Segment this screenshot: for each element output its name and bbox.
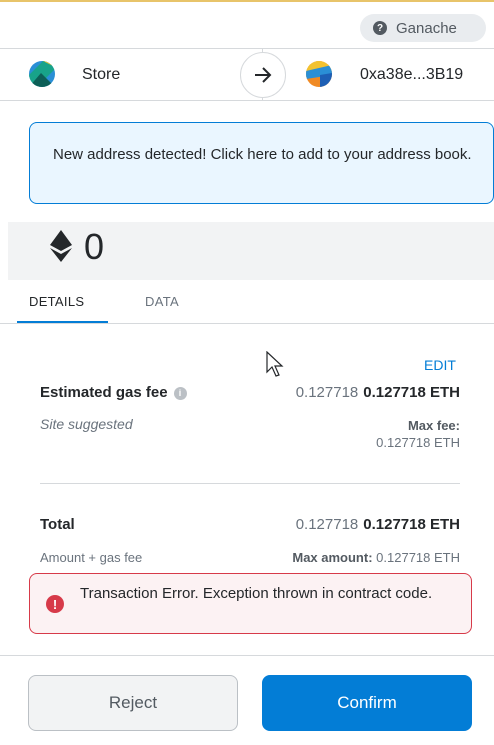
gas-fee-title-text: Estimated gas fee	[40, 384, 168, 401]
network-label: Ganache	[396, 19, 457, 37]
transaction-error-box: ! Transaction Error. Exception thrown in…	[29, 573, 472, 634]
network-row: ? Ganache	[0, 8, 494, 48]
total-amount: 0.127718 0.127718 ETH	[296, 516, 460, 533]
footer-separator	[0, 655, 494, 656]
arrow-circle	[240, 52, 286, 98]
question-circle-icon: ?	[373, 21, 387, 35]
max-amount-line: Max amount: 0.127718 ETH	[292, 550, 460, 565]
notice-text: New address detected! Click here to add …	[53, 146, 472, 163]
tab-separator	[0, 323, 494, 324]
reject-button[interactable]: Reject	[28, 675, 238, 731]
tab-data[interactable]: DATA	[145, 294, 179, 309]
edit-gas-link[interactable]: EDIT	[424, 357, 456, 373]
total-secondary: 0.127718	[295, 516, 359, 533]
account-row: Store 0xa38e...3B19	[0, 49, 494, 100]
total-sub-label: Amount + gas fee	[40, 550, 143, 565]
info-icon[interactable]: i	[173, 387, 187, 400]
max-fee-label: Max fee:	[407, 418, 460, 433]
network-selector[interactable]: ? Ganache	[360, 14, 486, 42]
gas-fee-sub-label: Site suggested	[40, 416, 133, 432]
ethereum-icon	[50, 230, 72, 262]
amount-value: 0	[84, 226, 105, 267]
max-amount-value: 0.127718 ETH	[376, 550, 460, 565]
confirm-button[interactable]: Confirm	[262, 675, 472, 731]
account-separator	[0, 100, 494, 101]
tab-details[interactable]: DETAILS	[29, 294, 84, 309]
sender-avatar	[29, 61, 55, 87]
total-title: Total	[40, 516, 75, 533]
top-accent-rule	[0, 0, 494, 2]
max-fee-block: Max fee: 0.127718 ETH	[376, 417, 460, 451]
mouse-cursor-icon	[266, 351, 284, 377]
sender-name: Store	[82, 66, 121, 83]
recipient-avatar	[306, 61, 332, 87]
gas-fee-title: Estimated gas fee i	[40, 384, 187, 401]
tab-bar: DETAILS DATA	[0, 282, 494, 326]
gas-fee-primary: 0.127718 ETH	[363, 384, 460, 401]
new-address-notice[interactable]: New address detected! Click here to add …	[29, 122, 494, 204]
amount-band: 0	[8, 222, 494, 280]
max-fee-value: 0.127718 ETH	[376, 435, 460, 450]
recipient-address: 0xa38e...3B19	[360, 66, 464, 83]
arrow-right-icon	[255, 67, 272, 83]
error-text: Transaction Error. Exception thrown in c…	[80, 585, 433, 602]
gas-fee-amount: 0.127718 0.127718 ETH	[296, 384, 460, 401]
gas-fee-secondary: 0.127718	[295, 384, 359, 401]
max-amount-label: Max amount:	[292, 550, 373, 565]
error-icon: !	[46, 595, 64, 613]
section-divider	[40, 483, 460, 484]
total-primary: 0.127718 ETH	[363, 516, 460, 533]
